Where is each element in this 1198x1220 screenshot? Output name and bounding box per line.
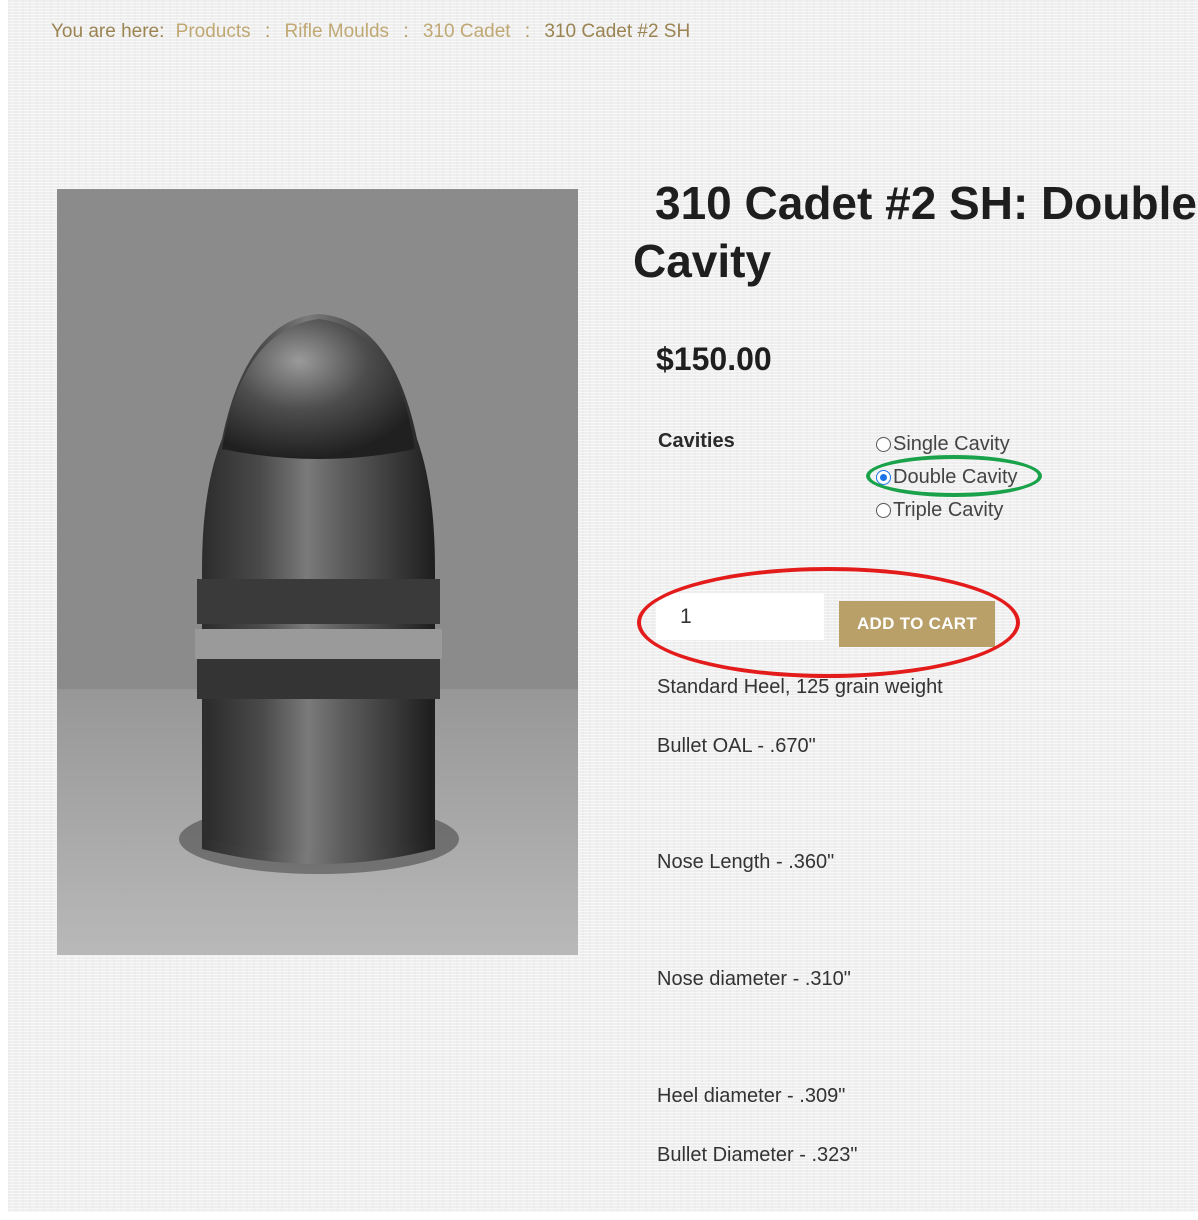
breadcrumb-link-products[interactable]: Products (176, 21, 251, 42)
radio-triple-cavity[interactable] (876, 503, 891, 518)
cavity-option-triple[interactable]: Triple Cavity (876, 494, 1018, 527)
bullet-photo (57, 189, 578, 955)
product-price: $150.00 (656, 341, 772, 377)
breadcrumb-separator: : (264, 21, 271, 42)
cavity-option-label: Single Cavity (893, 433, 1010, 455)
breadcrumb-link-rifle-moulds[interactable]: Rifle Moulds (285, 21, 390, 42)
breadcrumb-separator: : (524, 21, 531, 42)
red-highlight-ring (637, 567, 1020, 678)
breadcrumb-label: You are here: (51, 21, 165, 42)
radio-single-cavity[interactable] (876, 437, 891, 452)
page: You are here: Products : Rifle Moulds : … (8, 0, 1198, 1212)
detail-line: Bullet OAL - .670" (657, 735, 816, 757)
detail-line: Heel diameter - .309" (657, 1085, 846, 1107)
detail-line: Bullet Diameter - .323" (657, 1144, 858, 1166)
cavity-option-label: Triple Cavity (893, 499, 1004, 521)
breadcrumb-current: 310 Cadet #2 SH (544, 21, 691, 42)
breadcrumb: You are here: Products : Rifle Moulds : … (51, 21, 690, 43)
cavities-label: Cavities (658, 430, 735, 452)
breadcrumb-link-310-cadet[interactable]: 310 Cadet (423, 21, 511, 42)
product-image[interactable] (57, 189, 578, 955)
detail-line: Nose Length - .360" (657, 851, 835, 873)
detail-line: Nose diameter - .310" (657, 968, 851, 990)
detail-line: Standard Heel, 125 grain weight (657, 676, 943, 698)
breadcrumb-separator: : (403, 21, 409, 42)
product-title: 310 Cadet #2 SH: Double Cavity (633, 177, 1197, 287)
green-highlight-ring (866, 455, 1042, 497)
